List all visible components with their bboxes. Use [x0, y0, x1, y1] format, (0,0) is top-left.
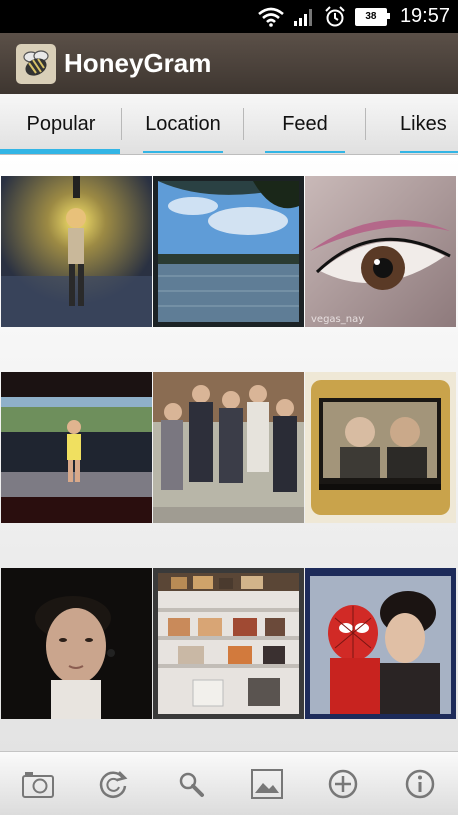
tab-label: Likes	[400, 112, 447, 135]
photo-grid: vegas_nay	[0, 155, 458, 751]
photo-thumbnail[interactable]	[1, 372, 152, 523]
photo-thumbnail[interactable]	[305, 568, 456, 719]
tab-indicator	[400, 151, 458, 153]
add-button[interactable]	[321, 762, 365, 806]
tab-popular[interactable]: Popular	[0, 94, 122, 154]
tab-indicator	[143, 151, 223, 153]
photo-thumbnail[interactable]	[153, 372, 304, 523]
camera-button[interactable]	[16, 762, 60, 806]
photo-thumbnail[interactable]	[1, 176, 152, 327]
battery-level: 38	[365, 11, 377, 22]
photo-thumbnail[interactable]	[153, 176, 304, 327]
photo-thumbnail[interactable]	[1, 568, 152, 719]
clock: 19:57	[399, 5, 450, 27]
tab-location[interactable]: Location	[122, 94, 244, 154]
photo-thumbnail[interactable]	[153, 568, 304, 719]
camera-icon	[22, 771, 55, 798]
info-button[interactable]	[398, 762, 442, 806]
battery-icon: 38	[354, 7, 390, 26]
tab-indicator	[0, 149, 120, 154]
tab-label: Location	[145, 112, 221, 135]
search-button[interactable]	[169, 762, 213, 806]
status-bar: 38 19:57	[0, 0, 458, 33]
info-icon	[405, 769, 435, 798]
add-icon	[329, 769, 358, 798]
signal-icon	[293, 8, 312, 26]
search-icon	[179, 772, 204, 797]
gallery-icon	[251, 768, 284, 799]
tab-label: Feed	[282, 112, 328, 135]
wifi-icon	[258, 7, 284, 27]
bottom-toolbar	[0, 751, 458, 815]
tab-bar: Popular Location Feed Likes	[0, 94, 458, 155]
photo-thumbnail[interactable]	[305, 372, 456, 523]
app-bar: HoneyGram	[0, 33, 458, 94]
bee-logo-icon[interactable]	[16, 43, 56, 84]
photo-watermark: vegas_nay	[311, 314, 364, 325]
tab-likes[interactable]: Likes	[366, 94, 458, 154]
alarm-icon	[325, 5, 345, 26]
gallery-button[interactable]	[245, 762, 289, 806]
tab-indicator	[265, 151, 345, 153]
app-title: HoneyGram	[64, 48, 212, 78]
refresh-button[interactable]	[92, 762, 136, 806]
photo-thumbnail[interactable]: vegas_nay	[305, 176, 456, 327]
tab-label: Popular	[26, 112, 96, 135]
refresh-icon	[100, 770, 128, 798]
tab-feed[interactable]: Feed	[244, 94, 366, 154]
